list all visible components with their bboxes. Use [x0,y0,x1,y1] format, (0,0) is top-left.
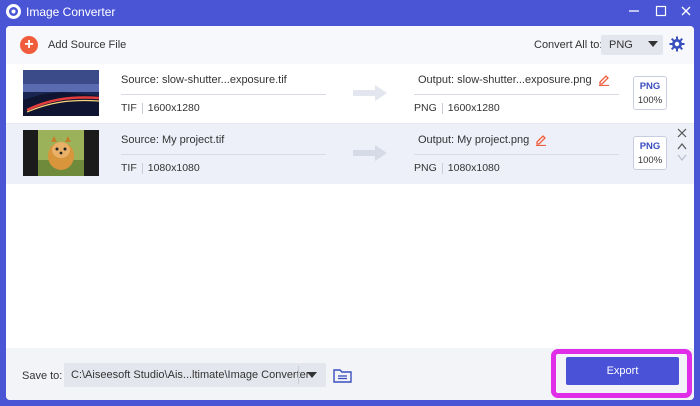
file-thumbnail [23,130,99,176]
export-label: Export [606,365,639,377]
source-format: TIF [121,102,137,114]
divider [441,102,443,114]
source-dimensions: 1080x1080 [147,162,200,174]
output-filename: Output: slow-shutter...exposure.png [418,74,592,86]
source-dimensions: 1600x1280 [147,102,200,114]
app-title: Image Converter [26,5,116,19]
title-bar: Image Converter [0,0,700,24]
source-meta: TIF 1600x1280 [121,102,200,114]
output-format-badge: PNG [639,140,661,152]
close-button[interactable] [676,2,696,20]
close-icon [681,6,691,16]
folder-icon[interactable] [333,367,352,383]
footer: Save to: C:\Aiseesoft Studio\Ais...ltima… [6,348,694,400]
source-format: TIF [121,162,137,174]
toolbar: + Add Source File Convert All to: PNG [6,26,694,64]
divider [121,94,326,95]
gear-icon[interactable] [669,36,685,52]
file-row[interactable]: Source: My project.tif TIF 1080x1080 Out… [6,124,694,184]
minimize-icon [629,10,639,12]
main-panel: + Add Source File Convert All to: PNG So… [6,26,694,400]
output-format: PNG [414,162,437,174]
source-filename: Source: My project.tif [121,134,225,146]
pencil-icon[interactable] [598,74,610,86]
divider [141,162,143,174]
source-meta: TIF 1080x1080 [121,162,200,174]
output-meta: PNG 1080x1080 [414,162,500,174]
convert-all-label: Convert All to: [534,39,603,51]
divider [298,366,299,384]
output-filename-row: Output: slow-shutter...exposure.png [418,74,610,86]
chevron-down-icon [307,372,317,378]
app-logo-icon [6,4,21,19]
output-quality: 100% [637,154,663,166]
app-window: Image Converter + Add Source File Conver… [0,0,700,406]
convert-all-format-value: PNG [609,39,633,51]
output-dimensions: 1600x1280 [447,102,500,114]
right-arrow-icon [353,85,387,101]
output-format: PNG [414,102,437,114]
output-meta: PNG 1600x1280 [414,102,500,114]
output-format-button[interactable]: PNG 100% [633,136,667,170]
right-arrow-icon [353,145,387,161]
divider [141,102,143,114]
save-path-select[interactable]: C:\Aiseesoft Studio\Ais...ltimate\Image … [64,363,326,387]
pencil-icon[interactable] [535,134,547,146]
chevron-down-icon [648,41,658,47]
remove-file-icon[interactable] [677,128,687,138]
output-dimensions: 1080x1080 [447,162,500,174]
output-format-badge: PNG [639,80,661,92]
add-source-file-label: Add Source File [48,39,127,51]
source-filename: Source: slow-shutter...exposure.tif [121,74,287,86]
move-up-icon[interactable] [677,142,687,150]
save-path-value: C:\Aiseesoft Studio\Ais...ltimate\Image … [71,369,310,381]
divider [121,154,326,155]
output-filename: Output: My project.png [418,134,530,146]
output-filename-row: Output: My project.png [418,134,547,146]
add-source-file-button[interactable]: + Add Source File [20,35,126,55]
save-to-label: Save to: [22,370,63,382]
minimize-button[interactable] [624,2,644,20]
maximize-icon [655,5,667,17]
divider [414,154,619,155]
output-format-button[interactable]: PNG 100% [633,76,667,110]
move-down-icon[interactable] [677,154,687,162]
file-thumbnail [23,70,99,116]
maximize-button[interactable] [651,2,671,20]
export-button[interactable]: Export [566,357,679,385]
divider [441,162,443,174]
file-row[interactable]: Source: slow-shutter...exposure.tif TIF … [6,64,694,124]
plus-circle-icon: + [20,36,38,54]
output-quality: 100% [637,94,663,106]
divider [414,94,619,95]
convert-all-format-select[interactable]: PNG [601,35,663,55]
